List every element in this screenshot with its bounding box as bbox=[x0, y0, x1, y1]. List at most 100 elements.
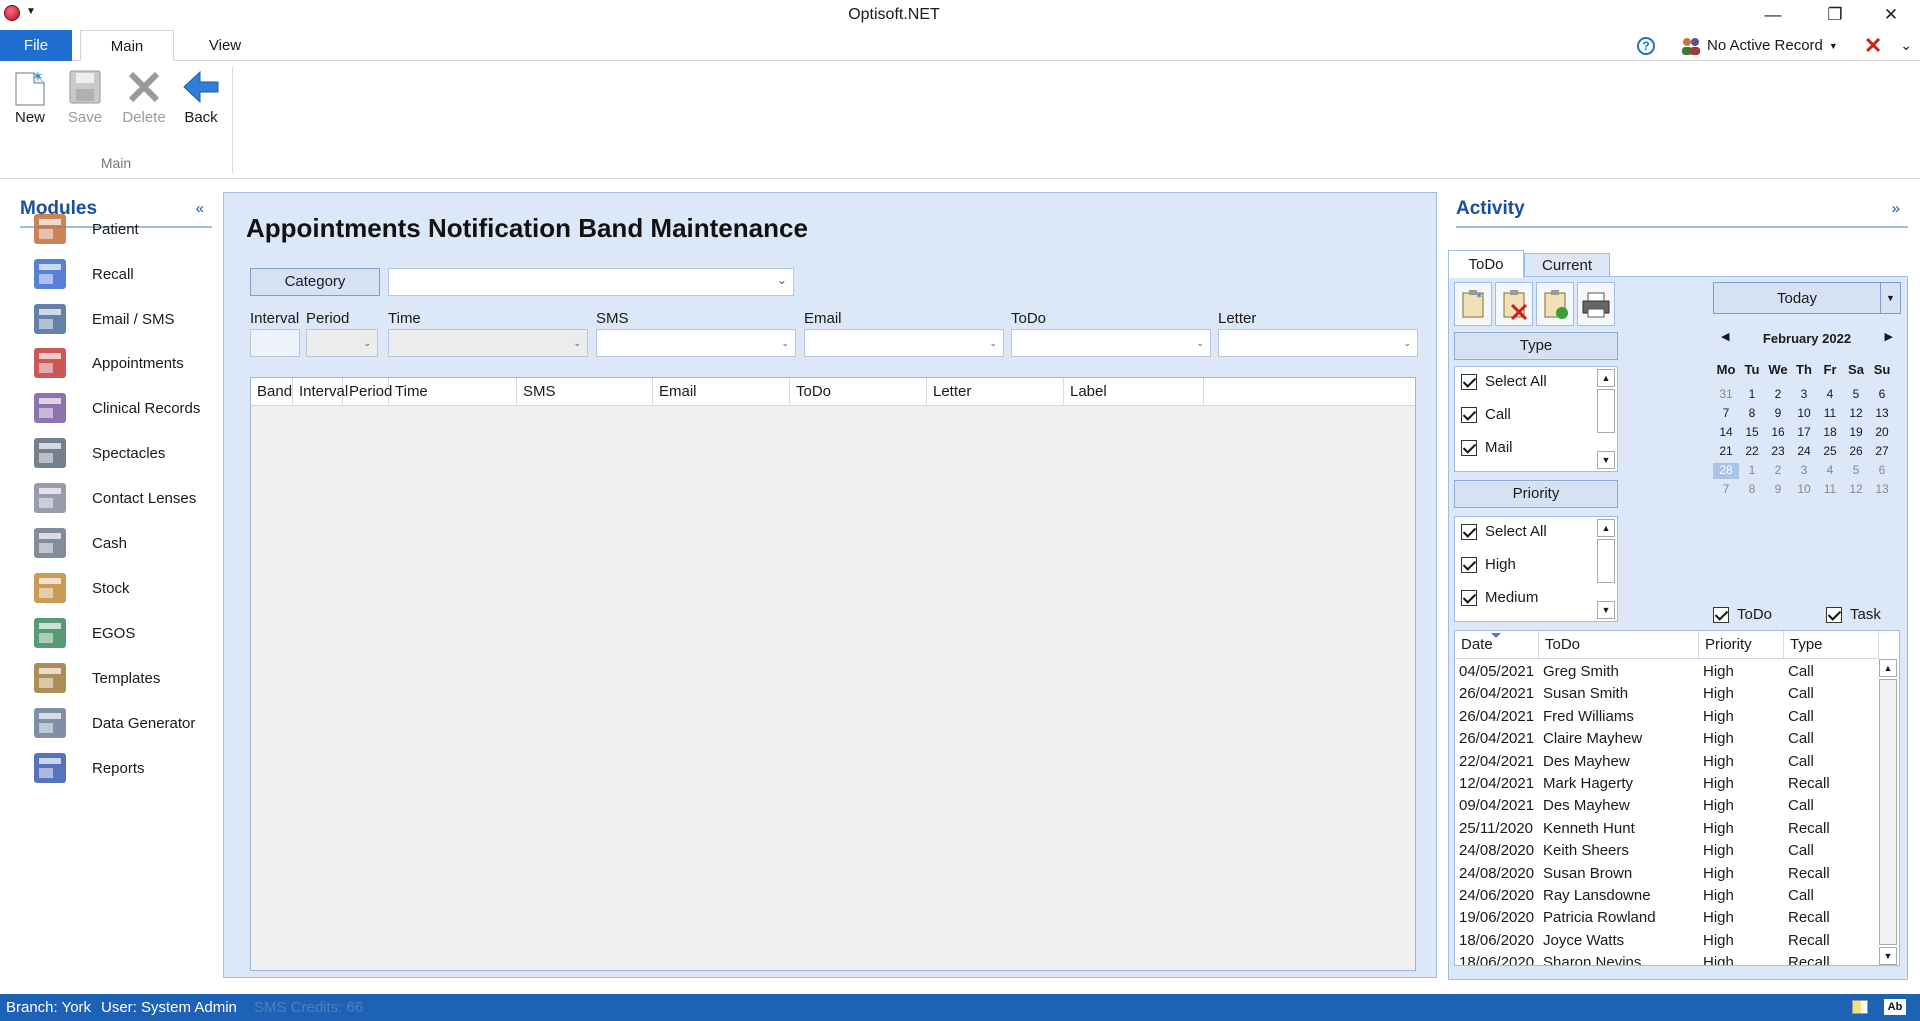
scroll-down-icon[interactable]: ▼ bbox=[1597, 451, 1615, 469]
new-todo-button[interactable]: ✶ bbox=[1454, 282, 1492, 326]
next-month-icon[interactable]: ▶ bbox=[1885, 330, 1893, 343]
minimize-icon[interactable]: — bbox=[1750, 2, 1796, 28]
calendar-day[interactable]: 6 bbox=[1869, 387, 1895, 401]
calendar-day[interactable]: 9 bbox=[1765, 482, 1791, 496]
calendar-day[interactable]: 8 bbox=[1739, 482, 1765, 496]
scroll-up-icon[interactable]: ▲ bbox=[1597, 369, 1615, 387]
active-record-dropdown[interactable]: No Active Record bbox=[1707, 37, 1823, 54]
scroll-up-icon[interactable]: ▲ bbox=[1597, 519, 1615, 537]
collapse-left-icon[interactable]: « bbox=[196, 200, 204, 217]
scroll-down-icon[interactable]: ▼ bbox=[1597, 601, 1615, 619]
calendar-day[interactable]: 1 bbox=[1739, 463, 1765, 477]
delete-button[interactable]: Delete bbox=[117, 65, 171, 126]
todo-column-priority[interactable]: Priority bbox=[1699, 631, 1784, 659]
filter-todo-checkbox[interactable]: ToDo bbox=[1713, 606, 1772, 623]
tab-view[interactable]: View bbox=[196, 30, 254, 61]
calendar-day[interactable]: 5 bbox=[1843, 387, 1869, 401]
close-window-icon[interactable]: ✕ bbox=[1868, 2, 1914, 28]
grid-column-email[interactable]: Email bbox=[653, 378, 790, 406]
module-item-reports[interactable]: Reports bbox=[30, 746, 145, 790]
grid-column-interval[interactable]: Interval bbox=[293, 378, 348, 406]
close-record-icon[interactable]: ✕ bbox=[1864, 33, 1882, 59]
scroll-up-icon[interactable]: ▲ bbox=[1879, 659, 1897, 677]
calendar-day[interactable]: 23 bbox=[1765, 444, 1791, 458]
priority-checkbox-select-all[interactable]: Select All bbox=[1461, 523, 1547, 540]
module-item-stock[interactable]: Stock bbox=[30, 566, 130, 610]
category-select[interactable]: ⌄ bbox=[388, 268, 794, 296]
calendar-day[interactable]: 3 bbox=[1791, 463, 1817, 477]
calendar-day[interactable]: 14 bbox=[1713, 425, 1739, 439]
todo-row[interactable]: 26/04/2021 Fred Williams High Call bbox=[1455, 706, 1875, 728]
calendar-day[interactable]: 12 bbox=[1843, 406, 1869, 420]
module-item-contact-lenses[interactable]: Contact Lenses bbox=[30, 476, 196, 520]
todo-row[interactable]: 26/04/2021 Claire Mayhew High Call bbox=[1455, 728, 1875, 750]
calendar-day[interactable]: 15 bbox=[1739, 425, 1765, 439]
module-item-clinical-records[interactable]: Clinical Records bbox=[30, 386, 200, 430]
calendar-day[interactable]: 11 bbox=[1817, 406, 1843, 420]
calendar-day[interactable]: 2 bbox=[1765, 463, 1791, 477]
module-item-appointments[interactable]: Appointments bbox=[30, 341, 184, 385]
calendar-day[interactable]: 4 bbox=[1817, 387, 1843, 401]
print-button[interactable] bbox=[1577, 282, 1615, 326]
todo-row[interactable]: 18/06/2020 Joyce Watts High Recall bbox=[1455, 930, 1875, 952]
todo-row[interactable]: 19/06/2020 Patricia Rowland High Recall bbox=[1455, 907, 1875, 929]
tab-current[interactable]: Current bbox=[1524, 253, 1610, 277]
todo-row[interactable]: 09/04/2021 Des Mayhew High Call bbox=[1455, 795, 1875, 817]
calendar-day[interactable]: 5 bbox=[1843, 463, 1869, 477]
letter-select[interactable]: ⌄ bbox=[1218, 329, 1418, 357]
calendar-day[interactable]: 31 bbox=[1713, 387, 1739, 401]
tab-main[interactable]: Main bbox=[80, 30, 174, 61]
grid-column-sms[interactable]: SMS bbox=[517, 378, 653, 406]
back-button[interactable]: Back bbox=[175, 65, 227, 126]
calendar-day[interactable]: 1 bbox=[1739, 387, 1765, 401]
type-checkbox-call[interactable]: Call bbox=[1461, 406, 1511, 423]
complete-todo-button[interactable] bbox=[1536, 282, 1574, 326]
ribbon-collapse-icon[interactable]: ⌄ bbox=[1900, 37, 1912, 54]
new-button[interactable]: ✶ New bbox=[4, 65, 56, 126]
grid-column-time[interactable]: Time bbox=[389, 378, 517, 406]
tab-file[interactable]: File bbox=[0, 30, 72, 61]
module-item-egos[interactable]: EGOS bbox=[30, 611, 135, 655]
module-item-email-sms[interactable]: Email / SMS bbox=[30, 297, 175, 341]
type-list[interactable]: ▲ ▼ Select All Call Mail bbox=[1454, 366, 1618, 472]
todo-row[interactable]: 22/04/2021 Des Mayhew High Call bbox=[1455, 751, 1875, 773]
todo-column-type[interactable]: Type bbox=[1784, 631, 1879, 659]
todo-row[interactable]: 25/11/2020 Kenneth Hunt High Recall bbox=[1455, 818, 1875, 840]
filter-task-checkbox[interactable]: Task bbox=[1826, 606, 1881, 623]
calendar-day[interactable]: 2 bbox=[1765, 387, 1791, 401]
todo-row[interactable]: 04/05/2021 Greg Smith High Call bbox=[1455, 661, 1875, 683]
calendar-day[interactable]: 9 bbox=[1765, 406, 1791, 420]
calendar-day[interactable]: 21 bbox=[1713, 444, 1739, 458]
calendar-day[interactable]: 10 bbox=[1791, 482, 1817, 496]
calendar-day[interactable]: 3 bbox=[1791, 387, 1817, 401]
calendar-day[interactable]: 22 bbox=[1739, 444, 1765, 458]
type-checkbox-select-all[interactable]: Select All bbox=[1461, 373, 1547, 390]
type-checkbox-mail[interactable]: Mail bbox=[1461, 439, 1513, 456]
calendar-day[interactable]: 10 bbox=[1791, 406, 1817, 420]
grid-column-period[interactable]: Period bbox=[343, 378, 392, 406]
module-item-templates[interactable]: Templates bbox=[30, 656, 160, 700]
todo-column-todo[interactable]: ToDo bbox=[1539, 631, 1699, 659]
module-item-spectacles[interactable]: Spectacles bbox=[30, 431, 165, 475]
calendar-day[interactable]: 26 bbox=[1843, 444, 1869, 458]
expand-right-icon[interactable]: » bbox=[1892, 200, 1900, 217]
category-button[interactable]: Category bbox=[250, 268, 380, 296]
calendar-day[interactable]: 24 bbox=[1791, 444, 1817, 458]
calendar-day[interactable]: 20 bbox=[1869, 425, 1895, 439]
todo-list[interactable]: ▲ ▼ Date ToDo Priority Type 04/05/2021 Greg S… bbox=[1454, 630, 1900, 966]
today-button[interactable]: Today ▼ bbox=[1713, 282, 1901, 314]
chevron-down-icon[interactable]: ▼ bbox=[1880, 283, 1900, 313]
scroll-down-icon[interactable]: ▼ bbox=[1879, 947, 1897, 965]
todo-column-date[interactable]: Date bbox=[1455, 631, 1539, 659]
period-select[interactable]: ⌄ bbox=[306, 329, 378, 357]
module-item-recall[interactable]: Recall bbox=[30, 252, 134, 296]
grid-column-label[interactable]: Label bbox=[1064, 378, 1204, 406]
calendar-day[interactable]: 4 bbox=[1817, 463, 1843, 477]
layout-icon[interactable] bbox=[1852, 1000, 1868, 1014]
calendar-day[interactable]: 12 bbox=[1843, 482, 1869, 496]
email-select[interactable]: ⌄ bbox=[804, 329, 1004, 357]
module-item-data-generator[interactable]: Data Generator bbox=[30, 701, 195, 745]
tab-todo[interactable]: ToDo bbox=[1448, 250, 1524, 278]
calendar-day[interactable]: 25 bbox=[1817, 444, 1843, 458]
calendar-day[interactable]: 7 bbox=[1713, 406, 1739, 420]
